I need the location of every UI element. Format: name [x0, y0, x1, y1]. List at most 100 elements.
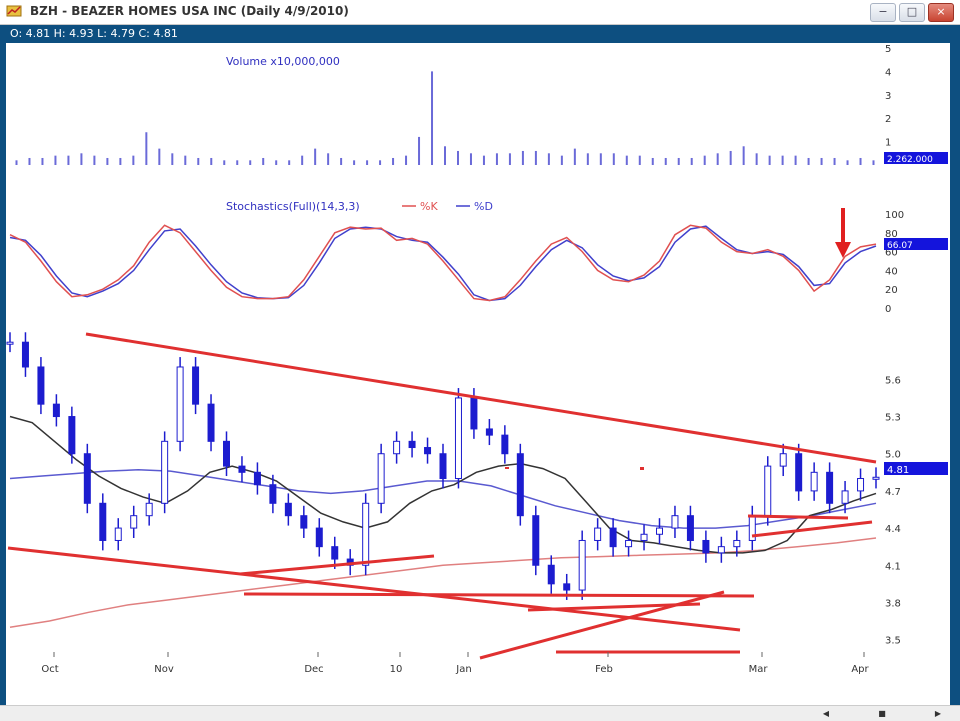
volume-tick-label: 2	[885, 114, 891, 125]
stoch-tick-label: 20	[885, 285, 898, 296]
price-bar-body	[393, 440, 401, 455]
price-bar-body	[424, 447, 432, 455]
price-bar-body	[68, 416, 76, 455]
price-bar-body	[717, 546, 725, 554]
price-bar-body	[439, 453, 447, 480]
stoch-tick-label: 0	[885, 304, 891, 315]
price-marker-dot	[505, 467, 509, 469]
price-bar-body	[99, 502, 107, 541]
volume-tick-label: 4	[885, 67, 891, 78]
price-bar-body	[192, 366, 200, 405]
price-bar-body	[331, 546, 339, 560]
price-bar-body	[130, 515, 138, 529]
price-bar-body	[810, 471, 818, 492]
x-tick-label: Nov	[154, 664, 174, 675]
price-tick-label: 4.7	[885, 487, 901, 498]
price-tick-label: 5.6	[885, 375, 901, 386]
price-tick-label: 4.1	[885, 561, 901, 572]
price-bar-body	[470, 397, 478, 430]
trendline	[85, 332, 877, 464]
price-bar-body	[114, 527, 122, 541]
price-bar-body	[640, 533, 648, 541]
stock-chart: 54321Volume x10,000,0002.262.00010080604…	[6, 44, 948, 675]
volume-tick-label: 5	[885, 44, 891, 55]
price-bar-body	[408, 440, 416, 449]
price-bar-body	[300, 515, 308, 529]
volume-tick-label: 1	[885, 138, 891, 149]
price-bar-body	[207, 403, 215, 442]
price-bar-body	[6, 341, 14, 345]
price-bar-body	[516, 453, 524, 517]
x-tick-label: Apr	[851, 664, 869, 675]
price-bar-body	[609, 527, 617, 548]
stoch-tick-label: 40	[885, 266, 898, 277]
price-bar-body	[764, 465, 772, 517]
price-bar-body	[377, 453, 385, 504]
x-tick-label: Mar	[749, 664, 769, 675]
price-bar-body	[37, 366, 45, 405]
scroll-left-icon[interactable]: ◀	[818, 708, 834, 719]
price-marker-dot	[640, 467, 644, 470]
price-bar-body	[563, 583, 571, 591]
price-bar-body	[83, 453, 91, 504]
price-bar-body	[501, 434, 509, 455]
price-bar-body	[594, 527, 602, 541]
price-bar-body	[21, 341, 29, 368]
volume-last-value: 2.262.000	[887, 155, 933, 165]
price-bar-body	[671, 515, 679, 529]
stoch-title: Stochastics(Full)(14,3,3)	[226, 200, 360, 213]
stoch-last-value: 66.07	[887, 241, 913, 251]
horizontal-scrollbar[interactable]: ◀ ■ ▶	[0, 705, 960, 721]
price-bar-body	[253, 471, 261, 486]
price-bar-body	[223, 440, 230, 467]
price-tick-label: 3.8	[885, 598, 901, 609]
price-bar-body	[532, 515, 540, 566]
price-tick-label: 3.5	[885, 636, 901, 647]
volume-title: Volume x10,000,000	[226, 55, 340, 68]
price-tick-label: 4.4	[885, 524, 901, 535]
price-bar-body	[547, 564, 555, 585]
volume-tick-label: 3	[885, 91, 891, 102]
price-bar-body	[733, 539, 741, 548]
x-tick-label: Dec	[304, 664, 323, 675]
price-tick-label: 5.0	[885, 450, 901, 461]
price-bar-body	[702, 539, 710, 554]
x-tick-label: Jan	[455, 664, 471, 675]
stoch-tick-label: 100	[885, 210, 904, 221]
price-bar-body	[625, 539, 633, 548]
price-bar-body	[795, 453, 803, 492]
price-bar-body	[145, 502, 153, 517]
price-bar-body	[176, 366, 184, 442]
signal-arrow-head	[835, 242, 851, 258]
price-bar-body	[269, 484, 277, 504]
price-bar-body	[284, 502, 292, 517]
price-bar-body	[656, 527, 663, 535]
scroll-thumb-icon[interactable]: ■	[874, 708, 890, 719]
price-tick-label: 5.3	[885, 413, 901, 424]
x-tick-label: Feb	[595, 664, 613, 675]
price-bar-body	[362, 502, 370, 566]
x-tick-label: 10	[390, 664, 403, 675]
legend-d-label: %D	[474, 200, 493, 213]
price-bar-body	[52, 403, 60, 418]
price-bar-body	[578, 539, 586, 591]
x-tick-label: Oct	[41, 664, 58, 675]
price-bar-body	[315, 527, 323, 548]
price-bar-body	[238, 465, 246, 473]
trendline	[747, 514, 849, 520]
price-bar-body	[485, 428, 493, 436]
price-last-value: 4.81	[887, 465, 909, 476]
legend-k-label: %K	[420, 200, 438, 213]
scroll-right-icon[interactable]: ▶	[930, 708, 946, 719]
price-bar-body	[857, 478, 865, 492]
trendline	[751, 520, 873, 538]
price-bar-body	[826, 471, 834, 504]
ma-long-line	[9, 537, 877, 628]
price-bar-body	[872, 476, 880, 480]
price-bar-body	[454, 397, 462, 480]
price-bar-body	[161, 440, 169, 504]
price-bar-body	[841, 490, 849, 504]
stoch-d-line	[9, 225, 877, 302]
trendline	[243, 592, 755, 598]
price-bar-body	[779, 453, 787, 467]
